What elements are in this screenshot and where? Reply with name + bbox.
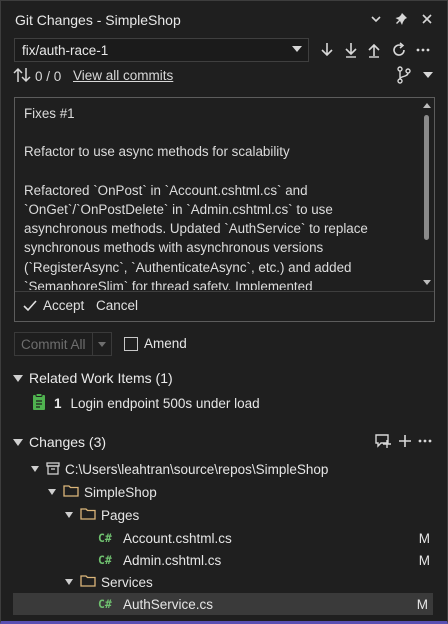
accept-button[interactable]: Accept xyxy=(23,298,84,313)
scroll-thumb[interactable] xyxy=(424,115,429,240)
title-bar: Git Changes - SimpleShop xyxy=(1,1,448,37)
commit-message-line: Refactor to use async methods for scalab… xyxy=(24,144,290,160)
collapse-triangle-icon[interactable] xyxy=(13,438,23,446)
project-name: SimpleShop xyxy=(84,484,157,500)
commit-message-box[interactable]: Fixes #1 Refactor to use async methods f… xyxy=(14,97,435,322)
related-work-items-header[interactable]: Related Work Items (1) xyxy=(13,370,173,386)
folder-icon xyxy=(80,507,96,523)
folder-icon xyxy=(80,574,96,590)
csharp-file-icon: C# xyxy=(98,597,112,611)
sync-count: 0 / 0 xyxy=(35,68,62,84)
tree-row-repo[interactable]: C:\Users\leahtran\source\repos\SimpleSho… xyxy=(1,458,447,480)
window-title: Git Changes - SimpleShop xyxy=(15,12,181,28)
amend-checkbox-box[interactable] xyxy=(124,336,138,351)
commit-message-text[interactable]: Fixes #1 Refactor to use async methods f… xyxy=(24,104,408,290)
stash-icon[interactable] xyxy=(373,431,393,451)
work-item-title: Login endpoint 500s under load xyxy=(70,396,260,411)
cancel-button[interactable]: Cancel xyxy=(96,298,138,313)
pull-icon[interactable] xyxy=(341,40,361,60)
sync-icon[interactable] xyxy=(389,40,409,60)
tree-row-project[interactable]: SimpleShop xyxy=(1,481,447,503)
work-item-id: 1 xyxy=(54,396,62,411)
collapse-triangle-icon[interactable] xyxy=(65,512,73,518)
collapse-triangle-icon[interactable] xyxy=(13,374,23,382)
folder-icon xyxy=(63,484,79,500)
add-icon[interactable] xyxy=(395,431,415,451)
chevron-down-icon[interactable] xyxy=(366,9,386,29)
collapse-triangle-icon[interactable] xyxy=(31,466,39,472)
commit-message-line: Refactored `OnPost` in `Account.cshtml.c… xyxy=(24,182,368,290)
sync-status: 0 / 0 xyxy=(13,66,61,86)
repo-icon xyxy=(46,461,60,478)
branch-name: fix/auth-race-1 xyxy=(22,42,109,58)
file-name: Account.cshtml.cs xyxy=(123,530,232,546)
tree-row-file[interactable]: C# Admin.cshtml.cs M xyxy=(1,549,447,571)
message-footer: Accept Cancel xyxy=(15,291,434,321)
amend-checkbox[interactable]: Amend xyxy=(124,336,187,351)
csharp-file-icon: C# xyxy=(98,531,112,545)
chevron-down-icon[interactable] xyxy=(418,65,438,85)
changes-header[interactable]: Changes (3) xyxy=(13,434,106,450)
tree-row-folder[interactable]: Pages xyxy=(1,504,447,526)
tree-row-folder[interactable]: Services xyxy=(1,571,447,593)
collapse-triangle-icon[interactable] xyxy=(65,579,73,585)
tree-row-file[interactable]: C# Account.cshtml.cs M xyxy=(1,527,447,549)
scroll-up-icon[interactable] xyxy=(423,103,431,108)
accept-label: Accept xyxy=(43,298,85,313)
commit-message-line: Fixes #1 xyxy=(24,106,75,121)
branch-icon[interactable] xyxy=(394,65,414,85)
branch-dropdown[interactable]: fix/auth-race-1 xyxy=(14,38,309,62)
file-name: Admin.cshtml.cs xyxy=(123,552,222,568)
folder-name: Services xyxy=(101,574,153,590)
commit-options-dropdown[interactable] xyxy=(92,332,112,356)
collapse-triangle-icon[interactable] xyxy=(48,489,56,495)
scroll-down-icon[interactable] xyxy=(423,280,431,285)
more-icon[interactable] xyxy=(413,40,433,60)
message-scrollbar[interactable] xyxy=(421,99,433,287)
changes-title: Changes (3) xyxy=(29,434,107,450)
pin-icon[interactable] xyxy=(392,9,412,29)
related-work-items-title: Related Work Items (1) xyxy=(29,370,173,386)
repo-path: C:\Users\leahtran\source\repos\SimpleSho… xyxy=(65,461,329,477)
commit-all-button[interactable]: Commit All xyxy=(14,332,98,356)
push-icon[interactable] xyxy=(364,40,384,60)
view-all-commits-link[interactable]: View all commits xyxy=(73,68,173,83)
file-status: M xyxy=(418,530,430,546)
chevron-down-icon xyxy=(292,46,302,52)
file-status: M xyxy=(416,596,428,612)
work-item[interactable]: 1 Login endpoint 500s under load xyxy=(32,393,260,414)
amend-label: Amend xyxy=(144,336,187,351)
chevron-down-icon xyxy=(98,342,106,347)
fetch-icon[interactable] xyxy=(317,40,337,60)
check-icon xyxy=(23,299,37,311)
git-changes-window: Git Changes - SimpleShop fix/auth-race-1… xyxy=(0,0,448,624)
folder-name: Pages xyxy=(101,507,140,523)
work-item-icon xyxy=(32,393,46,414)
csharp-file-icon: C# xyxy=(98,553,112,567)
commit-all-label: Commit All xyxy=(21,336,86,352)
tree-row-file-selected[interactable]: C# AuthService.cs M xyxy=(13,593,433,615)
incoming-outgoing-icon xyxy=(13,67,31,86)
file-name: AuthService.cs xyxy=(123,596,214,612)
more-icon[interactable] xyxy=(415,431,435,451)
file-status: M xyxy=(418,552,430,568)
close-icon[interactable] xyxy=(417,9,437,29)
